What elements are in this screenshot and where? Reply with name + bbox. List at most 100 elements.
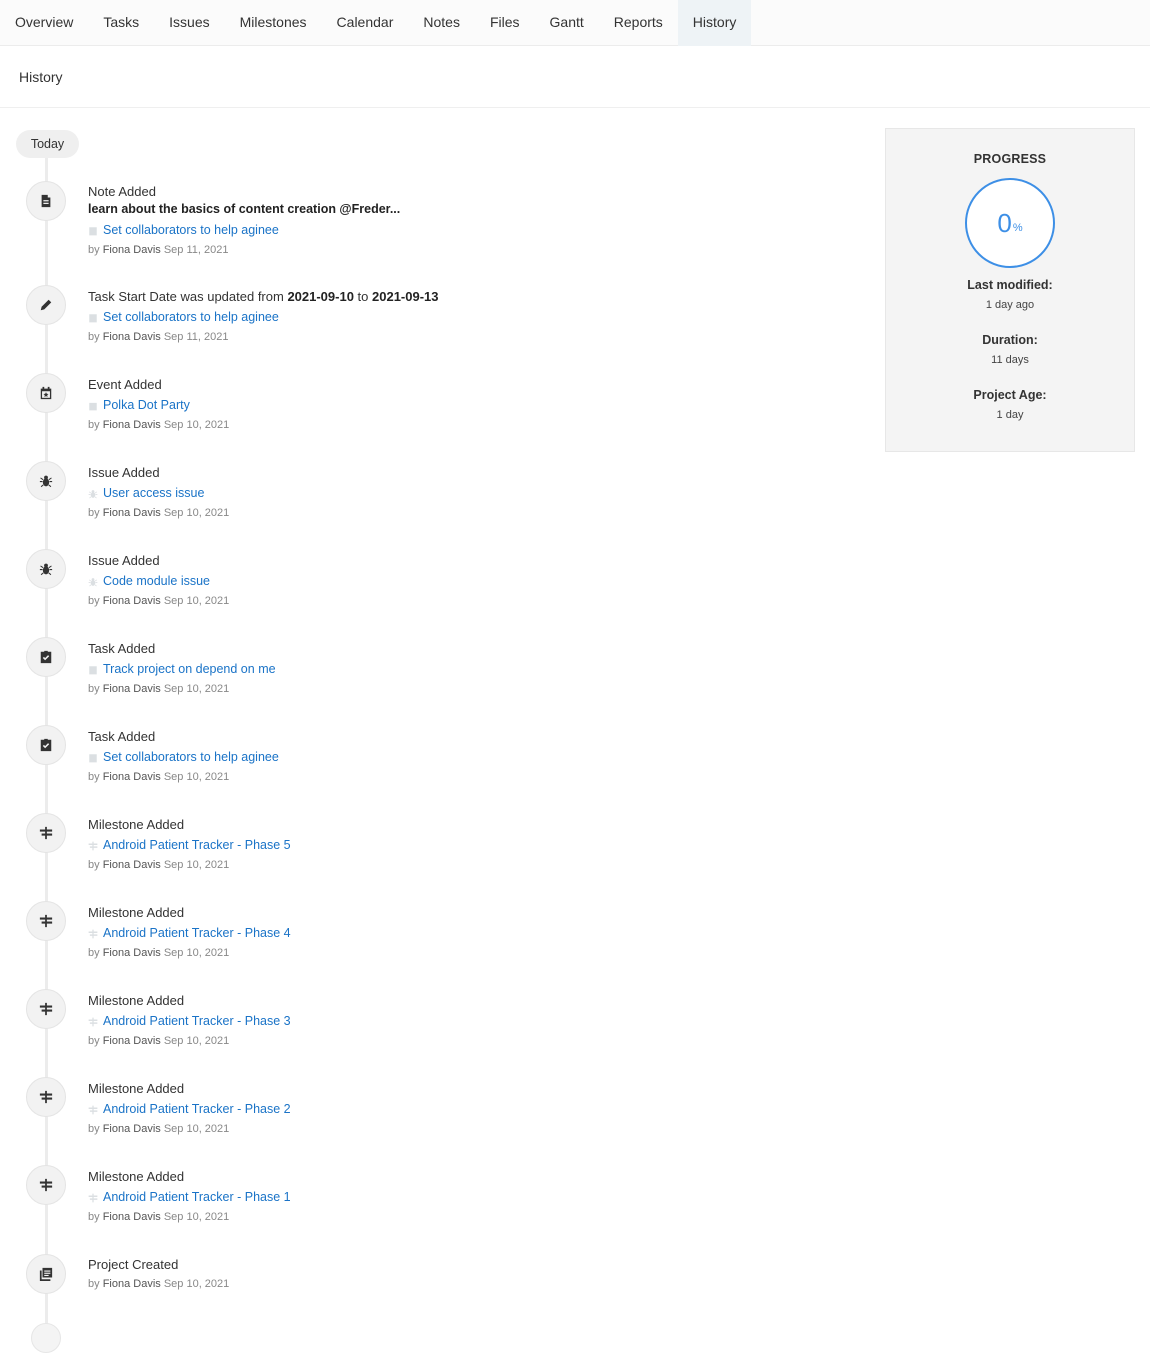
milestone-icon	[88, 1193, 98, 1203]
bug-icon	[88, 577, 98, 587]
event-by: by	[88, 683, 100, 695]
tab-files[interactable]: Files	[475, 0, 535, 46]
calendar-event-icon	[26, 373, 66, 413]
event-meta: by Fiona Davis Sep 10, 2021	[88, 946, 848, 960]
milestone-icon	[26, 1165, 66, 1205]
tab-issues[interactable]: Issues	[154, 0, 224, 46]
event-link[interactable]: Set collaborators to help aginee	[88, 309, 848, 326]
tab-overview[interactable]: Overview	[0, 0, 88, 46]
event-link[interactable]: Polka Dot Party	[88, 397, 848, 414]
event-meta: by Fiona Davis Sep 10, 2021	[88, 682, 848, 696]
project-age-value: 1 day	[996, 409, 1024, 421]
milestone-icon	[88, 1017, 98, 1027]
event-date: Sep 10, 2021	[163, 771, 230, 783]
event-link-label: Android Patient Tracker - Phase 4	[103, 926, 291, 940]
event-meta: by Fiona Davis Sep 10, 2021	[88, 1210, 848, 1224]
event-by: by	[88, 859, 100, 871]
event-meta: by Fiona Davis Sep 10, 2021	[88, 1277, 848, 1291]
project-tabs: Overview Tasks Issues Milestones Calendar Not…	[0, 0, 1150, 46]
event-user: Fiona Davis	[102, 507, 161, 519]
event-meta: by Fiona Davis Sep 10, 2021	[88, 506, 848, 520]
event-link[interactable]: Android Patient Tracker - Phase 3	[88, 1013, 848, 1030]
event-link[interactable]: Code module issue	[88, 573, 848, 590]
event-user: Fiona Davis	[102, 1211, 161, 1223]
event-meta: by Fiona Davis Sep 10, 2021	[88, 1034, 848, 1048]
tab-gantt[interactable]: Gantt	[535, 0, 599, 46]
progress-heading: PROGRESS	[973, 152, 1047, 166]
event-date: Sep 10, 2021	[163, 507, 230, 519]
event-user: Fiona Davis	[102, 947, 161, 959]
event-link[interactable]: Android Patient Tracker - Phase 5	[88, 837, 848, 854]
milestone-icon	[88, 929, 98, 939]
event-title: Issue Added	[88, 553, 160, 568]
title-divider	[0, 107, 1150, 108]
event-link[interactable]: Android Patient Tracker - Phase 2	[88, 1101, 848, 1118]
event-date: Sep 10, 2021	[163, 419, 230, 431]
project-age-label: Project Age:	[973, 388, 1047, 402]
event-user: Fiona Davis	[102, 859, 161, 871]
event-link-label: Android Patient Tracker - Phase 1	[103, 1190, 291, 1204]
event-user: Fiona Davis	[102, 331, 161, 343]
event-user: Fiona Davis	[102, 771, 161, 783]
task-icon	[88, 665, 98, 675]
event-description: learn about the basics of content creati…	[88, 202, 401, 216]
event-meta: by Fiona Davis Sep 11, 2021	[88, 243, 848, 257]
event-link-label: Set collaborators to help aginee	[103, 310, 279, 324]
event-title: Milestone Added	[88, 1081, 185, 1096]
tab-milestones[interactable]: Milestones	[225, 0, 322, 46]
event-meta: by Fiona Davis Sep 10, 2021	[88, 858, 848, 872]
event-user: Fiona Davis	[102, 244, 161, 256]
bug-icon	[88, 489, 98, 499]
event-user: Fiona Davis	[102, 683, 161, 695]
event-title-part: Task Start Date was updated from	[88, 289, 288, 304]
tab-reports[interactable]: Reports	[599, 0, 678, 46]
event-user: Fiona Davis	[102, 419, 161, 431]
event-link[interactable]: Android Patient Tracker - Phase 4	[88, 925, 848, 942]
event-title: Milestone Added	[88, 905, 185, 920]
event-link[interactable]: Set collaborators to help aginee	[88, 749, 848, 766]
last-modified-label: Last modified:	[967, 278, 1053, 292]
event-by: by	[88, 771, 100, 783]
event-by: by	[88, 947, 100, 959]
tab-history[interactable]: History	[677, 0, 752, 46]
event-title: Note Added	[88, 184, 156, 199]
tab-notes[interactable]: Notes	[408, 0, 475, 46]
event-meta: by Fiona Davis Sep 10, 2021	[88, 594, 848, 608]
event-title: Milestone Added	[88, 817, 185, 832]
event-link-label: Android Patient Tracker - Phase 3	[103, 1014, 291, 1028]
task-icon	[88, 313, 98, 323]
task-icon	[88, 753, 98, 763]
event-user: Fiona Davis	[102, 1123, 161, 1135]
event-link[interactable]: Set collaborators to help aginee	[88, 222, 848, 239]
milestone-icon	[26, 901, 66, 941]
event-by: by	[88, 507, 100, 519]
event-title: Milestone Added	[88, 1169, 185, 1184]
date-group-badge: Today	[16, 130, 79, 158]
event-title: Task Added	[88, 641, 156, 656]
event-link[interactable]: Track project on depend on me	[88, 661, 848, 678]
event-by: by	[88, 419, 100, 431]
event-date: Sep 10, 2021	[163, 1211, 230, 1223]
tab-tasks[interactable]: Tasks	[88, 0, 154, 46]
event-by: by	[88, 1278, 100, 1290]
timeline-end-dot	[31, 1323, 61, 1353]
pencil-icon	[26, 285, 66, 325]
event-date: Sep 10, 2021	[163, 683, 230, 695]
event-date: Sep 10, 2021	[163, 859, 230, 871]
event-link-label: Set collaborators to help aginee	[103, 750, 279, 764]
event-date: Sep 10, 2021	[163, 1123, 230, 1135]
event-link[interactable]: User access issue	[88, 485, 848, 502]
milestone-icon	[88, 1105, 98, 1115]
event-by: by	[88, 595, 100, 607]
progress-value: 0	[997, 208, 1012, 238]
progress-panel: PROGRESS 0 % Last modified: 1 day ago Du…	[885, 128, 1135, 452]
tab-calendar[interactable]: Calendar	[322, 0, 409, 46]
milestone-icon	[26, 989, 66, 1029]
event-title: Task Added	[88, 729, 156, 744]
event-link[interactable]: Android Patient Tracker - Phase 1	[88, 1189, 848, 1206]
event-user: Fiona Davis	[102, 1278, 161, 1290]
task-check-icon	[26, 725, 66, 765]
milestone-icon	[26, 813, 66, 853]
event-meta: by Fiona Davis Sep 10, 2021	[88, 1122, 848, 1136]
event-by: by	[88, 331, 100, 343]
